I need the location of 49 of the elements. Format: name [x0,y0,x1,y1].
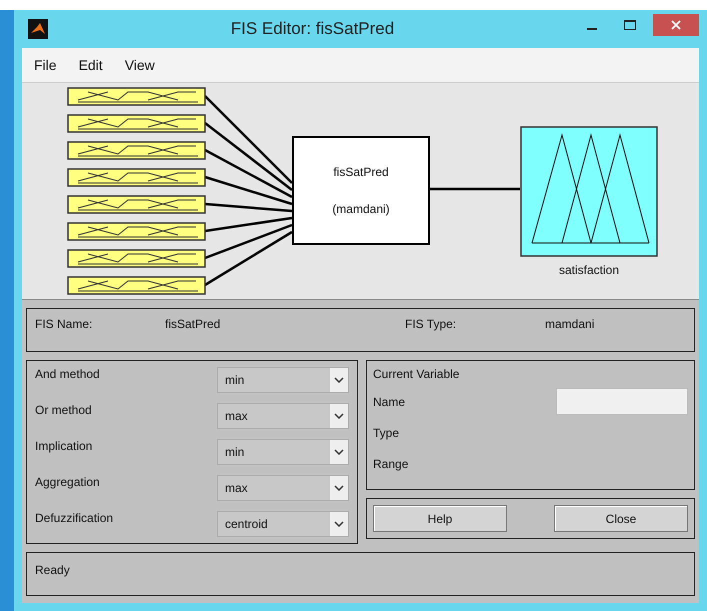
menu-item[interactable]: Edit [70,53,111,77]
window-title: FIS Editor: fisSatPred [230,19,396,39]
info-label: FIS Type: [405,317,458,331]
system-name: fisSatPred [332,165,390,179]
minimize-icon [587,28,597,30]
method-label: Or method [35,403,92,417]
info-value: fisSatPred [165,317,222,331]
menu-item[interactable]: File [26,53,65,77]
maximize-icon [624,20,636,30]
menu-item[interactable]: View [116,53,163,77]
method-label: Defuzzification [35,511,114,525]
input-variable-block[interactable] [67,168,206,187]
method-label: And method [35,367,100,381]
info-label: FIS Name: [35,317,94,331]
input-variable-block[interactable] [67,276,206,295]
field-label: Name [373,394,406,408]
method-dropdown[interactable]: centroid [217,511,349,537]
input-variable-block[interactable] [67,114,206,133]
help-button[interactable]: Help [373,505,507,532]
method-dropdown[interactable]: min [217,439,349,465]
panel-title: Current Variable [373,367,460,381]
chevron-down-icon [330,476,348,500]
name-input-field[interactable] [556,388,688,415]
close-icon [671,20,681,30]
method-dropdown[interactable]: min [217,367,349,393]
method-label: Aggregation [35,475,100,489]
close-dialog-button[interactable]: Close [554,505,688,532]
output-variable-label: satisfaction [558,263,620,277]
method-dropdown[interactable]: max [217,403,349,429]
chevron-down-icon [330,404,348,428]
input-variable-block[interactable] [67,222,206,241]
system-type: (mamdani) [331,202,391,216]
input-variable-block[interactable] [67,87,206,106]
field-label: Range [373,456,408,470]
chevron-down-icon [330,512,348,536]
method-label: Implication [35,439,92,453]
input-variable-block[interactable] [67,195,206,214]
input-variable-block[interactable] [67,249,206,268]
status-text: Ready [35,563,70,577]
close-button[interactable] [653,14,699,36]
input-variable-block[interactable] [67,141,206,160]
output-variable-block[interactable] [520,126,658,257]
field-label: Type [373,426,400,440]
system-block[interactable] [292,136,430,245]
method-dropdown[interactable]: max [217,475,349,501]
chevron-down-icon [330,440,348,464]
chevron-down-icon [330,368,348,392]
app-logo-icon [28,19,48,39]
info-value: mamdani [545,317,596,331]
